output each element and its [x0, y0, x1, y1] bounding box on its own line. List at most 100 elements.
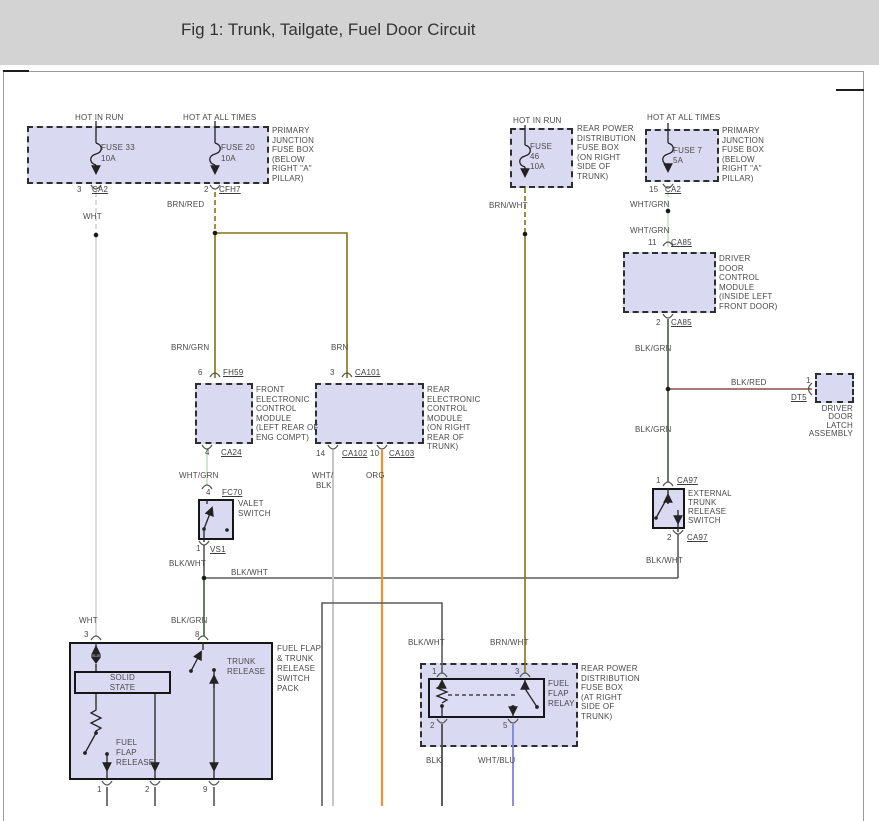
wire-label-brn: BRN [331, 343, 349, 352]
ddcm-label: (INSIDE LEFT [719, 292, 773, 301]
rear-ecm-label: CONTROL [427, 404, 468, 413]
rear-ecm-label: REAR [427, 385, 451, 394]
connector-ca101: CA101 [355, 368, 381, 377]
wire-label-org: ORG [366, 471, 385, 480]
rpdfb-top-label: DISTRIBUTION [577, 134, 636, 143]
rear-ecm-label: TRUNK) [427, 442, 459, 451]
switch-pack-label: RELEASE [277, 664, 316, 673]
connector-ca102: CA102 [342, 449, 368, 458]
wire-label-brn-wht: BRN/WHT [490, 638, 529, 647]
pin-number: 10 [370, 449, 380, 458]
connector-ca2: CA2 [92, 185, 109, 194]
connector-ca24: CA24 [221, 448, 242, 457]
fuse46-name: FUSE [530, 142, 553, 151]
ddcm-label: DOOR [719, 264, 744, 273]
connector-fc70: FC70 [222, 488, 243, 497]
pin-number: 1 [806, 376, 811, 385]
rpdfb-top-label: REAR POWER [577, 124, 634, 133]
wire-label-blk-grn: BLK/GRN [635, 425, 672, 434]
ddla-label: DOOR [828, 412, 853, 421]
pjfb-left-label: RIGHT "A" [272, 164, 312, 173]
wire-label-blk: BLK [426, 756, 442, 765]
fuse46-name: 46 [530, 152, 540, 161]
connector-cfh7: CFH7 [219, 185, 241, 194]
pin-number: 5 [503, 721, 508, 730]
rpdfb-top-label: (ON RIGHT [577, 153, 621, 162]
pin-number: 4 [205, 448, 210, 457]
pjfb-left-label: (BELOW [272, 155, 305, 164]
wire-label-blk-wht: BLK/WHT [408, 638, 445, 647]
front-ecm-label: ENG COMPT) [256, 433, 310, 442]
fuel-flap-release-label: FUEL [116, 738, 138, 747]
relay-internals [435, 678, 539, 718]
wire-label-blk-grn: BLK/GRN [635, 344, 672, 353]
wire-label-brn-grn: BRN/GRN [171, 343, 210, 352]
pin-number: 1 [97, 785, 102, 794]
pin-number: 3 [515, 667, 520, 676]
pin-number: 14 [316, 449, 326, 458]
ext-switch-label: SWITCH [688, 516, 721, 525]
pjfb-left-label: PRIMARY [272, 126, 310, 135]
relay-label: FLAP [548, 689, 569, 698]
fuel-flap-release-label: FLAP [116, 748, 137, 757]
pin-number: 2 [656, 318, 661, 327]
ext-trunk-switch-internals [654, 488, 683, 532]
connector-dt5: DT5 [791, 393, 807, 402]
pjfb-left-label: FUSE BOX [272, 145, 315, 154]
pjfb-right-label: (BELOW [722, 155, 755, 164]
connector-ca85: CA85 [671, 238, 692, 247]
rpdfb-top-label: FUSE BOX [577, 143, 620, 152]
front-ecm-label: MODULE [256, 414, 292, 423]
pin-number: 1 [432, 667, 437, 676]
wire-label-wht-grn: WHT/GRN [630, 226, 670, 235]
connector-ca2: CA2 [665, 185, 682, 194]
ext-switch-label: RELEASE [688, 507, 727, 516]
ext-switch-label: EXTERNAL [688, 489, 732, 498]
wire-label-blk-grn: BLK/GRN [171, 616, 208, 625]
hot-at-all-times-label: HOT AT ALL TIMES [647, 113, 721, 122]
fuse33-rating: 10A [101, 154, 116, 163]
fuse7-name: FUSE 7 [673, 146, 703, 155]
fuse20-rating: 10A [221, 154, 236, 163]
wire-label-wht-grn: WHT/GRN [179, 471, 219, 480]
pjfb-right-label: PRIMARY [722, 126, 760, 135]
switch-pack-label: FUEL FLAP [277, 644, 322, 653]
pin-number: 3 [77, 185, 82, 194]
wire-label-blk-wht: BLK/WHT [231, 568, 268, 577]
trunk-release-label: RELEASE [227, 667, 266, 676]
pin-number: 3 [84, 630, 89, 639]
front-ecm-label: (LEFT REAR OF [256, 423, 319, 432]
wire-label-brn-red: BRN/RED [167, 200, 205, 209]
rear-ecm-label: MODULE [427, 414, 463, 423]
wire-label-wht: WHT [83, 212, 102, 221]
rear-ecm-label: REAR OF [427, 433, 464, 442]
pin-number: 1 [656, 476, 661, 485]
ddla-label: ASSEMBLY [808, 429, 853, 438]
fuse20-name: FUSE 20 [221, 143, 255, 152]
hot-in-run-label: HOT IN RUN [75, 113, 124, 122]
pin-number: 2 [145, 785, 150, 794]
pin-number: 4 [206, 488, 211, 497]
wire-label-wht-blk: WHT/ [312, 471, 334, 480]
rpdfb-top-label: TRUNK) [577, 172, 609, 181]
connector-ca103: CA103 [389, 449, 415, 458]
connector-ca97: CA97 [677, 476, 698, 485]
pjfb-right-label: PILLAR) [722, 174, 754, 183]
rpdfb-bottom-label: SIDE OF [581, 702, 615, 711]
fuse33-name: FUSE 33 [101, 143, 135, 152]
pin-number: 2 [204, 185, 209, 194]
connector-fh59: FH59 [223, 368, 244, 377]
wire-pack-outputs [106, 787, 215, 806]
valet-switch-label: SWITCH [238, 509, 271, 518]
pjfb-right-label: JUNCTION [722, 136, 765, 145]
valet-switch-label: VALET [238, 499, 264, 508]
pin-number: 1 [196, 544, 201, 553]
fuse7-rating: 5A [673, 156, 684, 165]
rear-ecm-label: ELECTRONIC [427, 395, 481, 404]
front-ecm-label: ELECTRONIC [256, 395, 310, 404]
wire-label-wht: WHT [79, 616, 98, 625]
rpdfb-bottom-label: (AT RIGHT [581, 693, 623, 702]
connector-ca97: CA97 [687, 533, 708, 542]
pjfb-right-label: FUSE BOX [722, 145, 765, 154]
rpdfb-bottom-label: FUSE BOX [581, 683, 624, 692]
